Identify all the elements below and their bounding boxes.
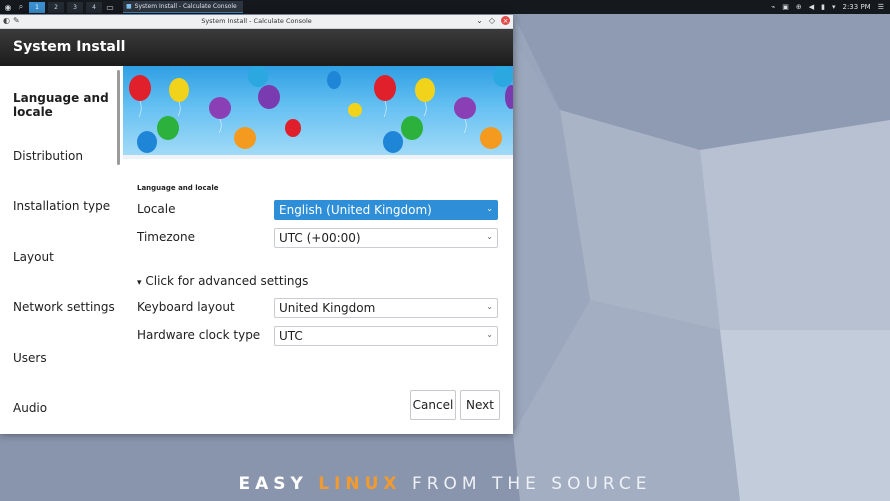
hardware-clock-value: UTC: [279, 329, 303, 343]
keyboard-layout-select[interactable]: United Kingdom ⌄: [274, 298, 498, 318]
tagline-from-the-source: FROM THE SOURCE: [411, 474, 652, 494]
taskbar-window-item[interactable]: ■ System Install - Calculate Console: [123, 1, 243, 13]
sidebar-item-distribution[interactable]: Distribution: [13, 149, 83, 163]
maximize-icon[interactable]: ◇: [489, 16, 495, 25]
desktop-2-button[interactable]: 2: [48, 1, 64, 13]
sidebar-item-users[interactable]: Users: [13, 351, 47, 365]
tagline: EASY LINUX FROM THE SOURCE: [0, 474, 890, 494]
chevron-down-icon: ⌄: [486, 232, 493, 241]
settings-form: Language and locale Locale English (Unit…: [123, 166, 513, 434]
show-desktop-icon[interactable]: ▭: [105, 2, 115, 12]
advanced-settings-expander[interactable]: ▾ Click for advanced settings: [137, 274, 308, 288]
balloon-banner: [123, 66, 513, 159]
desktop-3-button[interactable]: 3: [67, 1, 83, 13]
sidebar-item-audio[interactable]: Audio: [13, 401, 47, 415]
user-menu-icon[interactable]: ☰: [878, 3, 884, 11]
timezone-select[interactable]: UTC (+00:00) ⌄: [274, 228, 498, 248]
page-title: System Install: [13, 39, 126, 55]
locale-value: English (United Kingdom): [279, 203, 432, 217]
chevron-down-icon: ⌄: [486, 204, 493, 213]
balloons-illustration: [129, 66, 513, 153]
app-menu-icon[interactable]: ◉: [3, 2, 13, 12]
network-icon[interactable]: ⌁: [771, 3, 775, 11]
window-controls: ⌄ ◇ ×: [476, 16, 510, 25]
system-tray: ⌁ ▣ ⊕ ◀ ▮ ▾ 2:33 PM ☰: [771, 0, 884, 14]
taskbar-window-title: System Install - Calculate Console: [134, 3, 237, 10]
keyboard-layout-label: Keyboard layout: [137, 300, 235, 314]
tray-expand-icon[interactable]: ▾: [832, 3, 836, 11]
hardware-clock-label: Hardware clock type: [137, 328, 261, 342]
advanced-settings-label: Click for advanced settings: [145, 274, 309, 288]
keyboard-layout-value: United Kingdom: [279, 301, 376, 315]
cancel-button[interactable]: Cancel: [410, 390, 456, 420]
next-button[interactable]: Next: [460, 390, 500, 420]
installer-window: ◐ ✎ System Install - Calculate Console ⌄…: [0, 15, 513, 434]
hardware-clock-select[interactable]: UTC ⌄: [274, 326, 498, 346]
tagline-easy: EASY: [238, 474, 308, 494]
clock[interactable]: 2:33 PM: [843, 3, 871, 11]
chevron-down-icon: ⌄: [486, 330, 493, 339]
sidebar-item-network[interactable]: Network settings: [13, 300, 115, 314]
sidebar-scrollbar[interactable]: [117, 70, 120, 165]
window-title: System Install - Calculate Console: [201, 17, 312, 25]
taskbar: ◉ ⌕ 1 2 3 4 ▭ ■ System Install - Calcula…: [0, 0, 890, 14]
tagline-linux: LINUX: [318, 474, 402, 494]
volume-icon[interactable]: ◀: [809, 3, 814, 11]
sidebar-item-installation-type[interactable]: Installation type: [13, 199, 110, 213]
sidebar: Language and locale Distribution Install…: [0, 66, 117, 434]
installer-header: System Install: [0, 29, 513, 66]
close-icon[interactable]: ×: [501, 16, 510, 25]
expander-arrow-icon: ▾: [137, 278, 142, 288]
sidebar-item-language[interactable]: Language and locale: [13, 91, 113, 119]
pin-icon[interactable]: ⌕: [16, 2, 26, 12]
window-app-icon: ■: [126, 3, 132, 10]
chevron-down-icon: ⌄: [486, 302, 493, 311]
section-title: Language and locale: [137, 184, 219, 192]
banner-divider: [123, 155, 513, 159]
locale-label: Locale: [137, 202, 176, 216]
notifications-icon[interactable]: ⊕: [796, 3, 802, 11]
timezone-value: UTC (+00:00): [279, 231, 361, 245]
minimize-icon[interactable]: ⌄: [476, 16, 483, 25]
window-titlebar[interactable]: ◐ ✎ System Install - Calculate Console ⌄…: [0, 15, 513, 29]
clipboard-icon[interactable]: ▣: [782, 3, 789, 11]
locale-select[interactable]: English (United Kingdom) ⌄: [274, 200, 498, 220]
battery-icon[interactable]: ▮: [821, 3, 825, 11]
desktop-4-button[interactable]: 4: [86, 1, 102, 13]
timezone-label: Timezone: [137, 230, 195, 244]
desktop-1-button[interactable]: 1: [29, 1, 45, 13]
sidebar-item-layout[interactable]: Layout: [13, 250, 54, 264]
